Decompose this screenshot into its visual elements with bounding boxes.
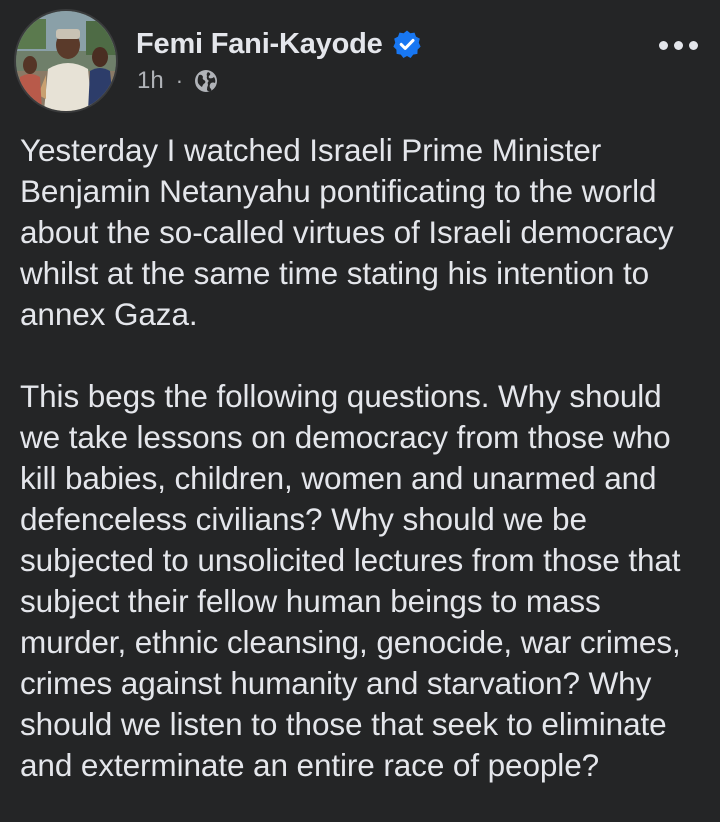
post-meta: 1h · — [137, 66, 219, 96]
more-dot-icon — [673, 40, 683, 50]
author-avatar[interactable] — [14, 9, 118, 113]
post-timestamp[interactable]: 1h — [137, 67, 164, 95]
meta-separator: · — [175, 68, 184, 93]
facebook-post: Femi Fani-Kayode 1h · Yesterday I watche… — [0, 0, 720, 822]
avatar-photo-icon — [16, 11, 116, 111]
globe-icon[interactable] — [193, 68, 219, 94]
author-name[interactable]: Femi Fani-Kayode — [136, 28, 383, 61]
more-dot-icon — [658, 40, 668, 50]
post-paragraph-1: Yesterday I watched Israeli Prime Minist… — [20, 132, 674, 332]
more-dot-icon — [688, 40, 698, 50]
post-header: Femi Fani-Kayode 1h · — [0, 0, 720, 113]
more-options-button[interactable] — [652, 30, 704, 60]
post-paragraph-2: This begs the following questions. Why s… — [20, 378, 681, 783]
post-body: Yesterday I watched Israeli Prime Minist… — [20, 130, 710, 786]
verified-badge-icon — [392, 29, 422, 59]
author-row: Femi Fani-Kayode — [136, 24, 422, 64]
